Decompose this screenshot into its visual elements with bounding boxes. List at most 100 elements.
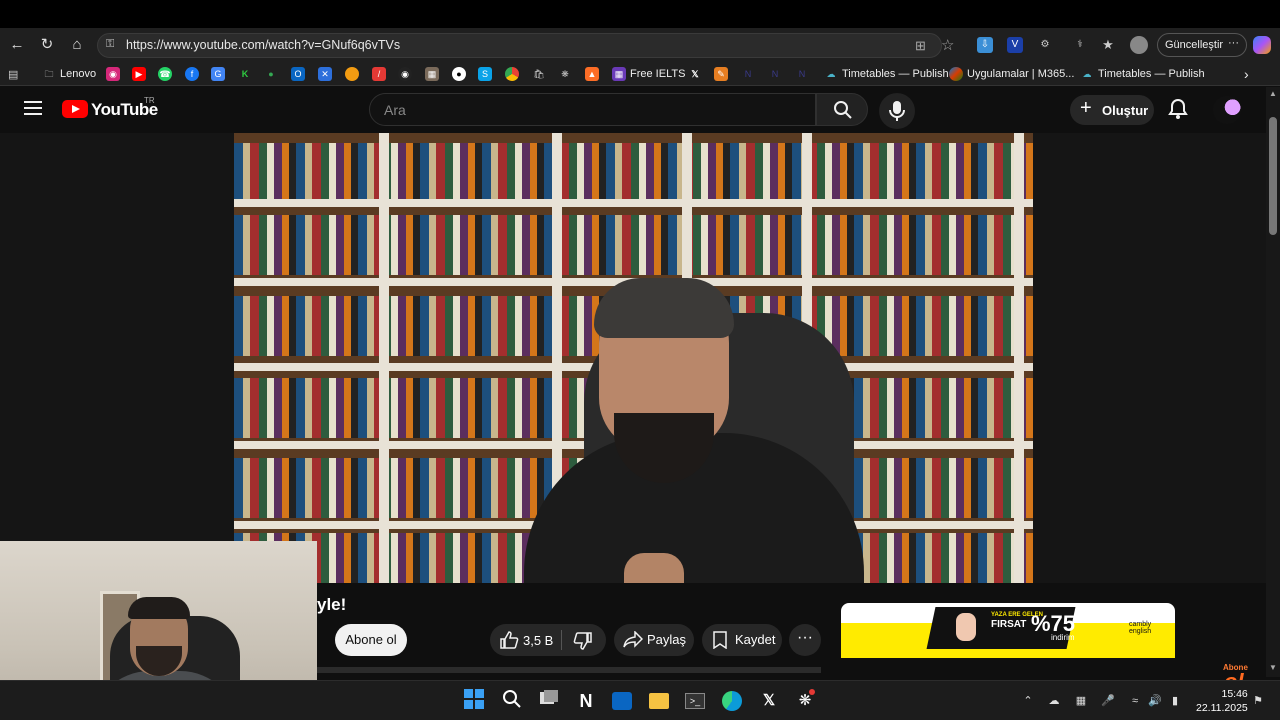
volume-icon[interactable]: 🔊 [1147,693,1163,709]
window-titlebar [0,0,1280,28]
bookshelf-row [234,143,1033,203]
bookmark-orange[interactable] [345,66,359,82]
task-view-icon[interactable] [537,689,561,713]
tray-chevron-up-icon[interactable]: ⌃ [1020,693,1036,709]
search-box[interactable] [369,93,816,126]
bookmark-n-1[interactable]: N [741,66,755,82]
ad-banner[interactable]: YAZA ERE GELEN FIRSAT %75 indirim cambly … [841,603,1175,658]
bookmark-whatsapp[interactable]: ☎ [158,66,172,82]
bookmark-bag[interactable]: 🛍 [532,66,546,82]
refresh-icon[interactable]: ↻ [36,34,58,56]
orange-app-icon [345,67,359,81]
bookmark-timetables-2[interactable]: ☁ Timetables — Publish [1080,66,1205,82]
search-input[interactable] [384,102,804,118]
n-app-icon: N [798,69,806,79]
outlook-app-icon[interactable] [610,689,634,713]
bookmark-dark[interactable]: ◉ [398,66,412,82]
scrollbar-thumb[interactable] [1269,117,1277,235]
wifi-icon[interactable]: ≈ [1127,693,1143,709]
video-frame[interactable] [234,133,1033,583]
bookmark-translate[interactable]: G [211,66,225,82]
update-button[interactable]: Güncelleştir ··· [1157,33,1247,57]
tray-app-icon[interactable]: ▦ [1073,693,1089,709]
extension-icon-2[interactable]: V [1007,37,1023,53]
create-button[interactable]: + Oluştur [1070,95,1154,125]
battery-icon[interactable]: ▮ [1167,693,1183,709]
site-info-icon[interactable]: ⚿ [106,38,120,52]
notion-app-icon[interactable]: N [574,689,598,713]
bookmark-grid[interactable]: ▦ [425,66,439,82]
youtube-logo-icon[interactable] [62,100,88,118]
bookmark-red-slash[interactable]: / [372,66,386,82]
bookmark-app-blue[interactable]: ✕ [318,66,332,82]
bookmark-k[interactable]: K [238,66,252,82]
page-scrollbar[interactable]: ▲ ▼ [1266,87,1280,677]
bookmark-chrome[interactable] [505,66,519,82]
bookmarks-menu-icon[interactable]: ▤ [8,66,18,82]
search-button[interactable] [816,93,868,126]
extensions-puzzle-icon[interactable]: ⚙ [1037,37,1053,53]
back-icon[interactable]: ← [6,34,28,56]
favorites-icon[interactable]: ★ [1100,37,1116,53]
dislike-thumbs-down-icon[interactable] [573,631,593,651]
bookmark-chatgpt[interactable]: ❋ [558,66,572,82]
taskbar-search-icon[interactable] [500,689,524,713]
bookmark-lenovo[interactable]: 🗀 Lenovo [42,66,96,82]
menu-icon[interactable] [24,101,42,115]
copilot-icon[interactable] [1253,36,1271,54]
edge-browser-icon[interactable] [720,689,744,713]
app-available-icon[interactable]: ⊞ [915,38,926,54]
favorite-star-icon[interactable]: ☆ [941,36,954,54]
ad-brand: cambly english [1129,621,1152,635]
profile-icon[interactable] [1130,36,1148,54]
home-icon[interactable]: ⌂ [66,34,88,56]
extension-icon-1[interactable]: ⇩ [977,37,993,53]
bookmark-timetables-1[interactable]: ☁ Timetables — Publish [824,66,949,82]
bookmark-orange-square[interactable]: ✎ [714,66,728,82]
start-windows-icon[interactable] [462,689,486,713]
x-app-icon[interactable]: 𝕏 [757,689,781,713]
bookmark-label: Timetables — Publish [1098,68,1205,80]
microphone-tray-icon[interactable]: 🎤 [1100,693,1116,709]
taskbar-clock[interactable]: 15:46 22.11.2025 [1196,687,1248,715]
webcam-person-hair [128,597,190,619]
notifications-bell-icon[interactable] [1166,97,1190,121]
bookmark-outlook[interactable]: O [291,66,305,82]
terminal-icon[interactable]: >_ [683,689,707,713]
bookmark-youtube[interactable]: ▶ [132,66,146,82]
bookmark-s[interactable]: S [478,66,492,82]
bookmark-instagram[interactable]: ◉ [106,66,120,82]
voice-search-button[interactable] [879,93,915,129]
bookmark-n-3[interactable]: N [795,66,809,82]
more-actions-button[interactable]: ··· [789,624,821,656]
scroll-down-icon[interactable]: ▼ [1269,663,1277,672]
browser-essentials-icon[interactable]: ⚕ [1072,37,1088,53]
notification-bell-icon[interactable]: ⚑ [1250,693,1266,709]
save-button[interactable]: Kaydet [702,624,782,656]
bookmark-maps[interactable]: ● [264,66,278,82]
url-text[interactable]: https://www.youtube.com/watch?v=GNuf6q6v… [126,38,400,52]
bookmark-n-2[interactable]: N [768,66,782,82]
onedrive-cloud-icon[interactable]: ☁ [1046,693,1062,709]
n-app-icon: N [744,69,752,79]
bookmark-free-ielts[interactable]: ▦ Free IELTS [612,66,685,82]
bookmark-gitlab[interactable]: ▲ [585,66,599,82]
url-bar[interactable]: ⚿ https://www.youtube.com/watch?v=GNuf6q… [97,33,954,58]
bookmark-m365[interactable]: Uygulamalar | M365... [949,66,1074,82]
share-button[interactable]: Paylaş [614,624,694,656]
like-count[interactable]: 3,5 B [523,633,553,648]
file-explorer-icon[interactable] [647,689,671,713]
like-thumbs-up-icon[interactable] [499,630,519,650]
bookmarks-more-chevron-icon[interactable]: › [1244,66,1249,82]
search-icon [834,101,852,119]
subscribe-button[interactable]: Abone ol [335,624,407,656]
chatgpt-app-icon[interactable]: ❋ [793,689,817,713]
bookmark-facebook[interactable]: f [185,66,199,82]
bookmark-github[interactable]: ● [452,66,466,82]
account-avatar[interactable] [1213,96,1241,124]
scroll-up-icon[interactable]: ▲ [1269,89,1277,98]
whatsapp-icon: ☎ [158,67,172,81]
bookmark-x[interactable]: 𝕏 [688,66,702,82]
address-bar-row: ← ↻ ⌂ ⚿ https://www.youtube.com/watch?v=… [0,28,1280,62]
video-player[interactable]: Abone ol [0,133,1266,694]
